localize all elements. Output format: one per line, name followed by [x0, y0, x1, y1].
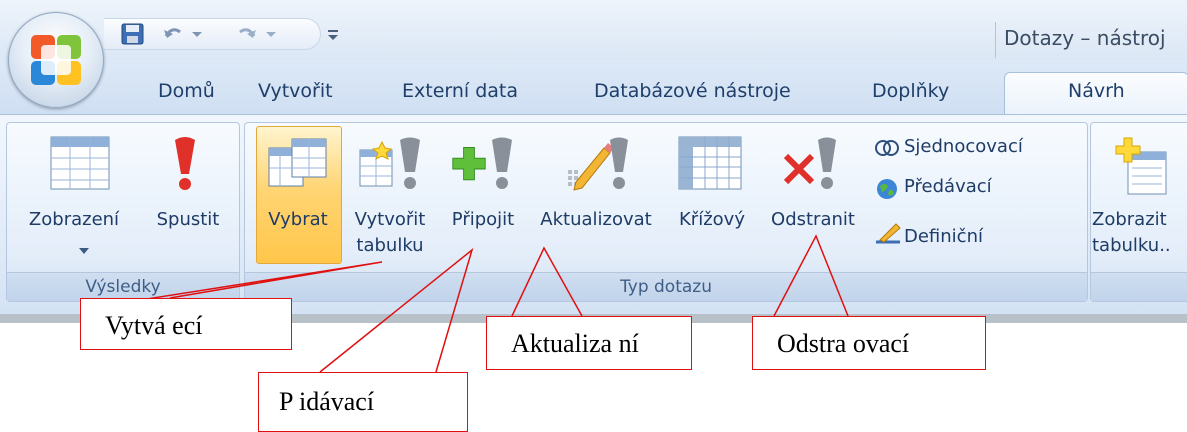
- callout-vytvarejici: Vytvá ecí: [80, 298, 292, 350]
- callout-odstranovaci: Odstra ovací: [752, 316, 986, 370]
- office-button[interactable]: [8, 12, 104, 108]
- callout-aktualizacni: Aktualiza ní: [486, 316, 692, 370]
- office-logo-icon: [31, 35, 81, 85]
- callout-pridavaci: P idávací: [258, 372, 468, 432]
